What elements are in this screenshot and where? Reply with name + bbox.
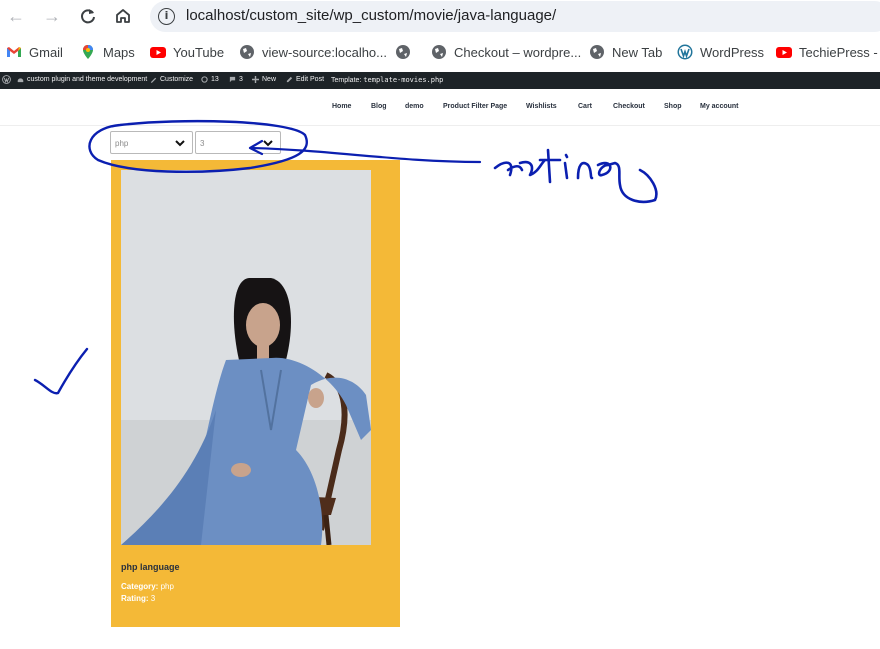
category-select[interactable]: php <box>110 131 193 154</box>
youtube-icon <box>150 44 166 60</box>
annotation-checkmark <box>33 347 89 395</box>
annotation-rating-text <box>493 148 658 204</box>
nav-demo[interactable]: demo <box>405 103 424 110</box>
bookmark-youtube[interactable]: YouTube <box>150 43 224 61</box>
chevron-down-icon <box>175 140 185 147</box>
globe-icon <box>395 44 411 60</box>
url-text[interactable]: localhost/custom_site/wp_custom/movie/ja… <box>186 7 556 24</box>
globe-icon <box>431 44 447 60</box>
nav-home[interactable]: Home <box>332 103 351 110</box>
bookmark-checkout[interactable]: Checkout – wordpre... <box>431 43 581 61</box>
updates-icon <box>201 76 208 83</box>
movie-rating: Rating: 3 <box>121 594 156 603</box>
adminbar-site-name[interactable]: custom plugin and theme development <box>17 76 147 83</box>
bookmarks-bar: Gmail Maps YouTube view-source:localho..… <box>0 37 880 67</box>
home-icon[interactable] <box>111 5 135 27</box>
bookmark-gmail[interactable]: Gmail <box>6 43 63 61</box>
nav-product-filter-page[interactable]: Product Filter Page <box>443 103 507 110</box>
bookmark-techiepress[interactable]: TechiePress - Yo <box>776 43 880 61</box>
movie-thumbnail[interactable] <box>121 170 371 545</box>
bookmark-maps[interactable]: Maps <box>80 43 135 61</box>
address-bar[interactable]: i localhost/custom_site/wp_custom/movie/… <box>150 1 880 32</box>
browser-toolbar: ← → i localhost/custom_site/wp_custom/mo… <box>0 0 880 34</box>
forward-arrow-icon[interactable]: → <box>40 5 64 27</box>
bookmark-untitled[interactable] <box>395 43 418 61</box>
browser-window: ← → i localhost/custom_site/wp_custom/mo… <box>0 0 880 649</box>
nav-checkout[interactable]: Checkout <box>613 103 645 110</box>
nav-wishlists[interactable]: Wishlists <box>526 103 557 110</box>
youtube-icon <box>776 44 792 60</box>
pencil-icon <box>286 76 293 83</box>
nav-blog[interactable]: Blog <box>371 103 387 110</box>
bookmark-view-source[interactable]: view-source:localho... <box>239 43 387 61</box>
gmail-icon <box>6 44 22 60</box>
site-navigation: Home Blog demo Product Filter Page Wishl… <box>0 89 880 126</box>
globe-icon <box>239 44 255 60</box>
comment-icon <box>229 76 236 83</box>
movie-card[interactable]: php language Category: php Rating: 3 <box>111 160 400 627</box>
nav-my-account[interactable]: My account <box>700 103 739 110</box>
annotation-arrow <box>248 139 482 164</box>
adminbar-new[interactable]: New <box>252 76 276 83</box>
nav-cart[interactable]: Cart <box>578 103 592 110</box>
adminbar-customize[interactable]: Customize <box>150 76 193 83</box>
rating-select[interactable]: 3 <box>195 131 281 154</box>
adminbar-template[interactable]: Template: template-movies.php <box>331 76 443 84</box>
adminbar-comments[interactable]: 3 <box>229 76 243 83</box>
dashboard-icon <box>17 76 24 83</box>
bookmark-wordpress[interactable]: WordPress <box>677 43 764 61</box>
nav-shop[interactable]: Shop <box>664 103 682 110</box>
site-info-icon[interactable]: i <box>158 8 175 25</box>
wordpress-icon <box>677 44 693 60</box>
globe-icon <box>589 44 605 60</box>
plus-icon <box>252 76 259 83</box>
adminbar-edit-post[interactable]: Edit Post <box>286 76 324 83</box>
back-arrow-icon[interactable]: ← <box>4 5 28 27</box>
brush-icon <box>150 76 157 83</box>
movie-category: Category: php <box>121 582 174 591</box>
wp-admin-bar: custom plugin and theme development Cust… <box>0 72 880 89</box>
reload-icon[interactable] <box>76 5 100 27</box>
wordpress-logo-icon[interactable] <box>2 75 11 84</box>
bookmark-new-tab[interactable]: New Tab <box>589 43 662 61</box>
maps-icon <box>80 44 96 60</box>
adminbar-updates[interactable]: 13 <box>201 76 219 83</box>
chevron-down-icon <box>263 140 273 147</box>
movie-title[interactable]: php language <box>121 562 180 572</box>
